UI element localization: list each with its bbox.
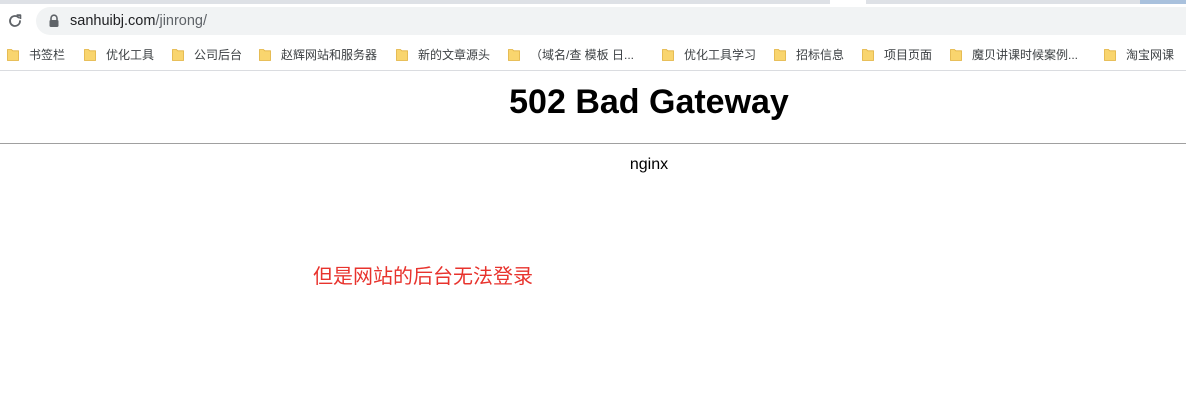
bookmark-label: 招标信息 [796,47,845,62]
horizontal-rule [0,143,1186,144]
bookmark-label: 淘宝网课 [1126,47,1175,62]
folder-icon [774,48,786,61]
bookmark-label: 公司后台 [194,47,243,62]
bookmark-folder[interactable]: 招标信息 [774,45,844,63]
bookmark-label: 新的文章源头 [418,47,491,62]
url-path: /jinrong/ [155,13,208,29]
bookmark-folder[interactable]: 魔贝讲课时候案例... [950,45,1078,63]
bookmark-folder[interactable]: 书签栏 [7,45,65,63]
folder-icon [950,48,962,61]
address-bar[interactable]: sanhuibj.com/jinrong/ [36,7,1186,35]
bookmark-folder[interactable]: 项目页面 [862,45,932,63]
bookmark-folder[interactable]: 优化工具 [84,45,154,63]
folder-icon [7,48,19,61]
reload-button[interactable] [4,10,26,32]
folder-icon [662,48,674,61]
bookmark-label: 优化工具学习 [684,47,757,62]
bookmark-label: 赵辉网站和服务器 [281,47,378,62]
folder-icon [1104,48,1116,61]
folder-icon [396,48,408,61]
bookmark-label: 书签栏 [29,47,66,62]
bookmark-folder[interactable]: 公司后台 [172,45,242,63]
bookmark-label: （域名/查 模板 日... [530,47,635,62]
folder-icon [862,48,874,61]
bookmark-folder[interactable]: 新的文章源头 [396,45,490,63]
bookmark-folder[interactable]: 赵辉网站和服务器 [259,45,377,63]
annotation-text: 但是网站的后台无法登录 [313,266,533,288]
folder-icon [172,48,184,61]
server-name: nginx [629,156,669,173]
folder-icon [259,48,271,61]
bookmark-label: 项目页面 [884,47,933,62]
url-text[interactable]: sanhuibj.com/jinrong/ [70,13,207,29]
reload-icon [9,14,22,27]
folder-icon [84,48,96,61]
page-title: 502 Bad Gateway [509,83,789,121]
bookmark-folder[interactable]: 优化工具学习 [662,45,756,63]
bookmark-label: 魔贝讲课时候案例... [972,47,1079,62]
bookmark-label: 优化工具 [106,47,155,62]
url-host: sanhuibj.com [70,13,156,29]
bookmark-folder[interactable]: 淘宝网课 [1104,45,1174,63]
bookmark-folder[interactable]: （域名/查 模板 日... [508,45,634,63]
lock-icon[interactable] [47,14,61,28]
page-content: 502 Bad Gateway nginx 但是网站的后台无法登录 [0,71,1186,402]
folder-icon [508,48,520,61]
bookmarks-bar: 书签栏 优化工具 公司后台 赵辉网站和服务器 新的文章源头 （域名/查 模板 日… [0,38,1186,71]
browser-toolbar: sanhuibj.com/jinrong/ [0,4,1186,38]
